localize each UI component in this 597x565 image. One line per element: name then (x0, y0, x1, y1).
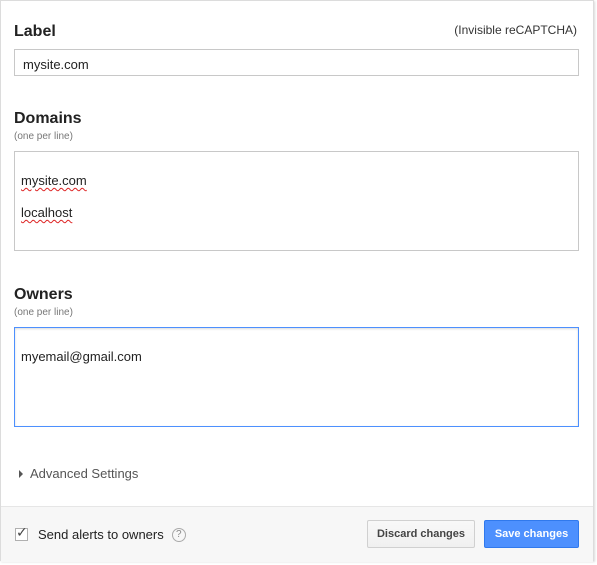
domain-line-text: mysite.com (21, 173, 87, 188)
site-settings-panel: Label (Invisible reCAPTCHA) mysite.com D… (0, 0, 594, 562)
send-alerts-checkbox[interactable]: ✓ (15, 524, 28, 541)
send-alerts-label: Send alerts to owners (38, 527, 164, 542)
help-icon[interactable]: ? (171, 527, 186, 542)
domains-hint: (one per line) (14, 131, 73, 142)
send-alerts-option: ✓ Send alerts to owners ? (15, 524, 186, 542)
domains-textarea[interactable]: mysite.com localhost (14, 151, 579, 251)
footer-bar: ✓ Send alerts to owners ? Discard change… (1, 506, 593, 562)
expand-triangle-icon (19, 469, 23, 478)
recaptcha-type-hint: (Invisible reCAPTCHA) (454, 23, 577, 37)
domain-line: mysite.com (21, 173, 572, 189)
advanced-settings-toggle[interactable]: Advanced Settings (19, 466, 138, 481)
label-section-title: Label (14, 23, 56, 40)
label-input[interactable]: mysite.com (14, 49, 579, 76)
checkmark-icon: ✓ (16, 524, 28, 540)
domains-section-title: Domains (14, 110, 82, 127)
advanced-settings-label: Advanced Settings (30, 466, 139, 481)
domain-line-text: localhost (21, 205, 73, 220)
save-changes-button[interactable]: Save changes (484, 520, 579, 548)
domain-line: localhost (21, 205, 572, 221)
owner-line: myemail@gmail.com (21, 349, 142, 364)
discard-changes-button[interactable]: Discard changes (367, 520, 475, 548)
owners-textarea[interactable]: myemail@gmail.com (14, 327, 579, 427)
owners-hint: (one per line) (14, 307, 73, 318)
owners-section-title: Owners (14, 286, 73, 303)
